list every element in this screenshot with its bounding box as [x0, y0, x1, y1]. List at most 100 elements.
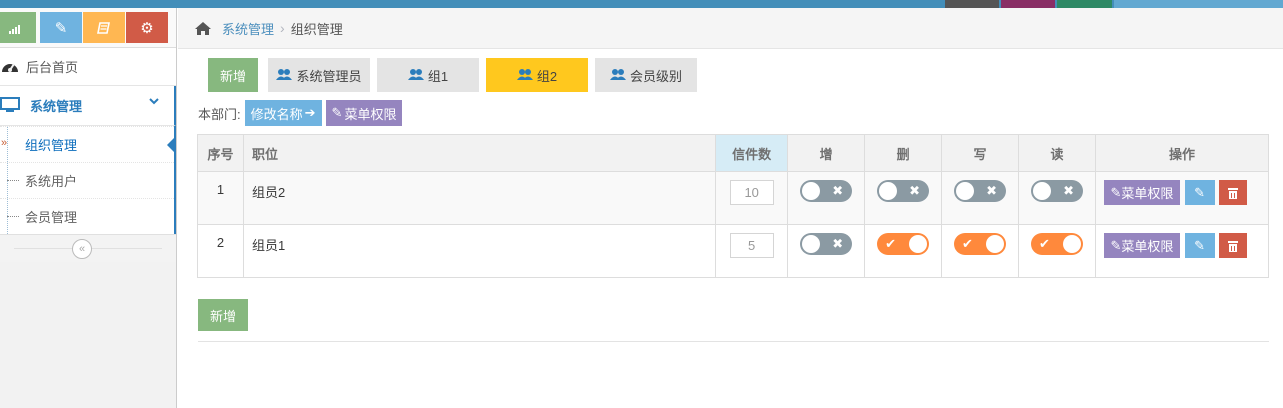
edit-icon: ✎ [1194, 184, 1206, 200]
col-header-position[interactable]: 职位 [242, 134, 717, 172]
sidebar-item-label: 系统管理 [30, 99, 83, 114]
delete-cell: ✖ [864, 171, 943, 225]
edit-icon: ✎ [1194, 237, 1206, 253]
row-actions: ✎ 菜单权限 ✎ [1094, 171, 1270, 225]
navbar-block-purple[interactable] [1001, 0, 1055, 8]
edit-button[interactable]: ✎ [1184, 180, 1215, 205]
navbar-user-area[interactable] [1114, 0, 1283, 8]
write-permission-toggle[interactable]: ✔ [954, 233, 1007, 255]
sidebar-item-label: 会员管理 [25, 210, 78, 225]
sidebar-item-users[interactable]: 系统用户 [0, 162, 174, 198]
col-header-delete[interactable]: 删 [864, 134, 943, 172]
divider [198, 341, 1269, 342]
delete-permission-toggle[interactable]: ✖ [877, 180, 930, 202]
menu-permission-label: 菜单权限 [344, 106, 397, 122]
delete-permission-toggle[interactable]: ✔ [877, 233, 930, 255]
tab-admins[interactable]: 系统管理员 [268, 58, 370, 92]
toggle-knob [1062, 235, 1081, 253]
sidebar-shortcuts: ✎ ⚙ [0, 8, 176, 48]
toggle-state-icon: ✖ [832, 236, 844, 251]
sidebar-item-members[interactable]: 会员管理 [0, 198, 174, 234]
row-menu-permission-button[interactable]: ✎ 菜单权限 [1103, 233, 1180, 258]
toggle-knob [879, 182, 898, 200]
sidebar-item-system[interactable]: 系统管理 [0, 86, 176, 126]
edit-button[interactable]: ✎ [1184, 233, 1215, 258]
sidebar-item-label: 后台首页 [26, 60, 79, 75]
write-cell: ✔ [941, 224, 1020, 278]
delete-button[interactable] [1219, 180, 1248, 205]
toggle-knob [909, 235, 928, 253]
toggle-state-icon: ✖ [986, 183, 998, 198]
tree-dash [7, 216, 19, 217]
dept-menu-permission-button[interactable]: ✎ 菜单权限 [325, 100, 403, 126]
shortcut-pencil-button[interactable]: ✎ [40, 12, 82, 43]
col-header-count[interactable]: 信件数 [715, 134, 789, 172]
read-cell: ✔ [1018, 224, 1096, 278]
row-menu-permission-button[interactable]: ✎ 菜单权限 [1103, 180, 1180, 205]
shortcut-signal-button[interactable] [0, 12, 36, 43]
count-input[interactable]: 10 [729, 180, 774, 205]
cogs-icon: ⚙ [140, 19, 154, 37]
trash-icon [1228, 240, 1239, 252]
users-icon [407, 68, 424, 83]
add-permission-toggle[interactable]: ✖ [800, 233, 853, 255]
sidebar: ✎ ⚙ 后台首页 系统管理 » 组织管理 系统用户 会员管理 « [0, 8, 177, 408]
row-action-label: 菜单权限 [1121, 186, 1174, 201]
toggle-state-icon: ✖ [1063, 183, 1074, 198]
double-left-icon: « [78, 243, 86, 255]
row-count-cell: 10 [715, 171, 789, 225]
toggle-state-icon: ✔ [885, 236, 896, 251]
write-permission-toggle[interactable]: ✖ [954, 180, 1007, 202]
breadcrumb: 系统管理 › 组织管理 [178, 8, 1283, 49]
read-permission-toggle[interactable]: ✖ [1030, 180, 1083, 202]
col-header-add[interactable]: 增 [787, 134, 866, 172]
navbar-block-green[interactable] [1057, 0, 1112, 8]
table-row: 1 组员2 10 ✖ ✖ ✖ ✖ ✎ 菜单权限 ✎ [197, 171, 1270, 225]
add-group-button[interactable]: 新增 [208, 58, 258, 92]
home-icon[interactable] [194, 21, 212, 36]
tab-label: 会员级别 [629, 68, 682, 84]
read-permission-toggle[interactable]: ✔ [1030, 233, 1083, 255]
add-position-button[interactable]: 新增 [198, 299, 248, 331]
sidebar-item-label: 系统用户 [25, 174, 78, 189]
sidebar-item-label: 组织管理 [25, 138, 78, 153]
trash-icon [1228, 187, 1239, 199]
col-header-write[interactable]: 写 [941, 134, 1020, 172]
add-permission-toggle[interactable]: ✖ [800, 180, 853, 202]
users-icon [609, 68, 626, 83]
sidebar-submenu: » 组织管理 系统用户 会员管理 [0, 126, 176, 234]
sidebar-collapse-button[interactable]: « [72, 239, 92, 259]
toggle-state-icon: ✖ [909, 183, 921, 198]
shortcut-book-button[interactable] [83, 12, 125, 43]
tab-group1[interactable]: 组1 [377, 58, 479, 92]
position-table: 序号 职位 信件数 增 删 写 读 操作 1 组员2 10 ✖ ✖ ✖ ✖ ✎ 菜… [197, 134, 1270, 278]
sidebar-item-org[interactable]: » 组织管理 [0, 126, 176, 162]
dashboard-icon [2, 63, 18, 72]
col-header-read[interactable]: 读 [1018, 134, 1096, 172]
row-position-name: 组员2 [242, 171, 717, 225]
signal-icon [9, 24, 20, 34]
delete-button[interactable] [1219, 233, 1248, 258]
navbar-block-grey[interactable] [945, 0, 999, 8]
breadcrumb-link[interactable]: 系统管理 [222, 19, 274, 38]
breadcrumb-current: 组织管理 [290, 21, 343, 37]
tab-group2[interactable]: 组2 [486, 58, 588, 92]
rename-button[interactable]: 修改名称 ➔ [244, 100, 322, 126]
shortcut-cogs-button[interactable]: ⚙ [126, 12, 168, 43]
toggle-knob [802, 182, 821, 200]
count-input[interactable]: 5 [729, 233, 774, 258]
tab-member-levels[interactable]: 会员级别 [595, 58, 697, 92]
col-header-index[interactable]: 序号 [197, 134, 244, 172]
toggle-state-icon: ✔ [1038, 236, 1050, 251]
add-position-label: 新增 [209, 308, 236, 324]
read-cell: ✖ [1018, 171, 1096, 225]
sidebar-item-home[interactable]: 后台首页 [0, 48, 176, 86]
toggle-knob [802, 235, 821, 253]
toggle-knob [1032, 182, 1051, 200]
tab-label: 系统管理员 [296, 68, 362, 84]
row-position-name: 组员1 [242, 224, 717, 278]
add-cell: ✖ [787, 171, 866, 225]
toggle-state-icon: ✔ [962, 236, 973, 251]
pencil-icon: ✎ [1110, 184, 1122, 200]
toggle-knob [956, 182, 975, 200]
